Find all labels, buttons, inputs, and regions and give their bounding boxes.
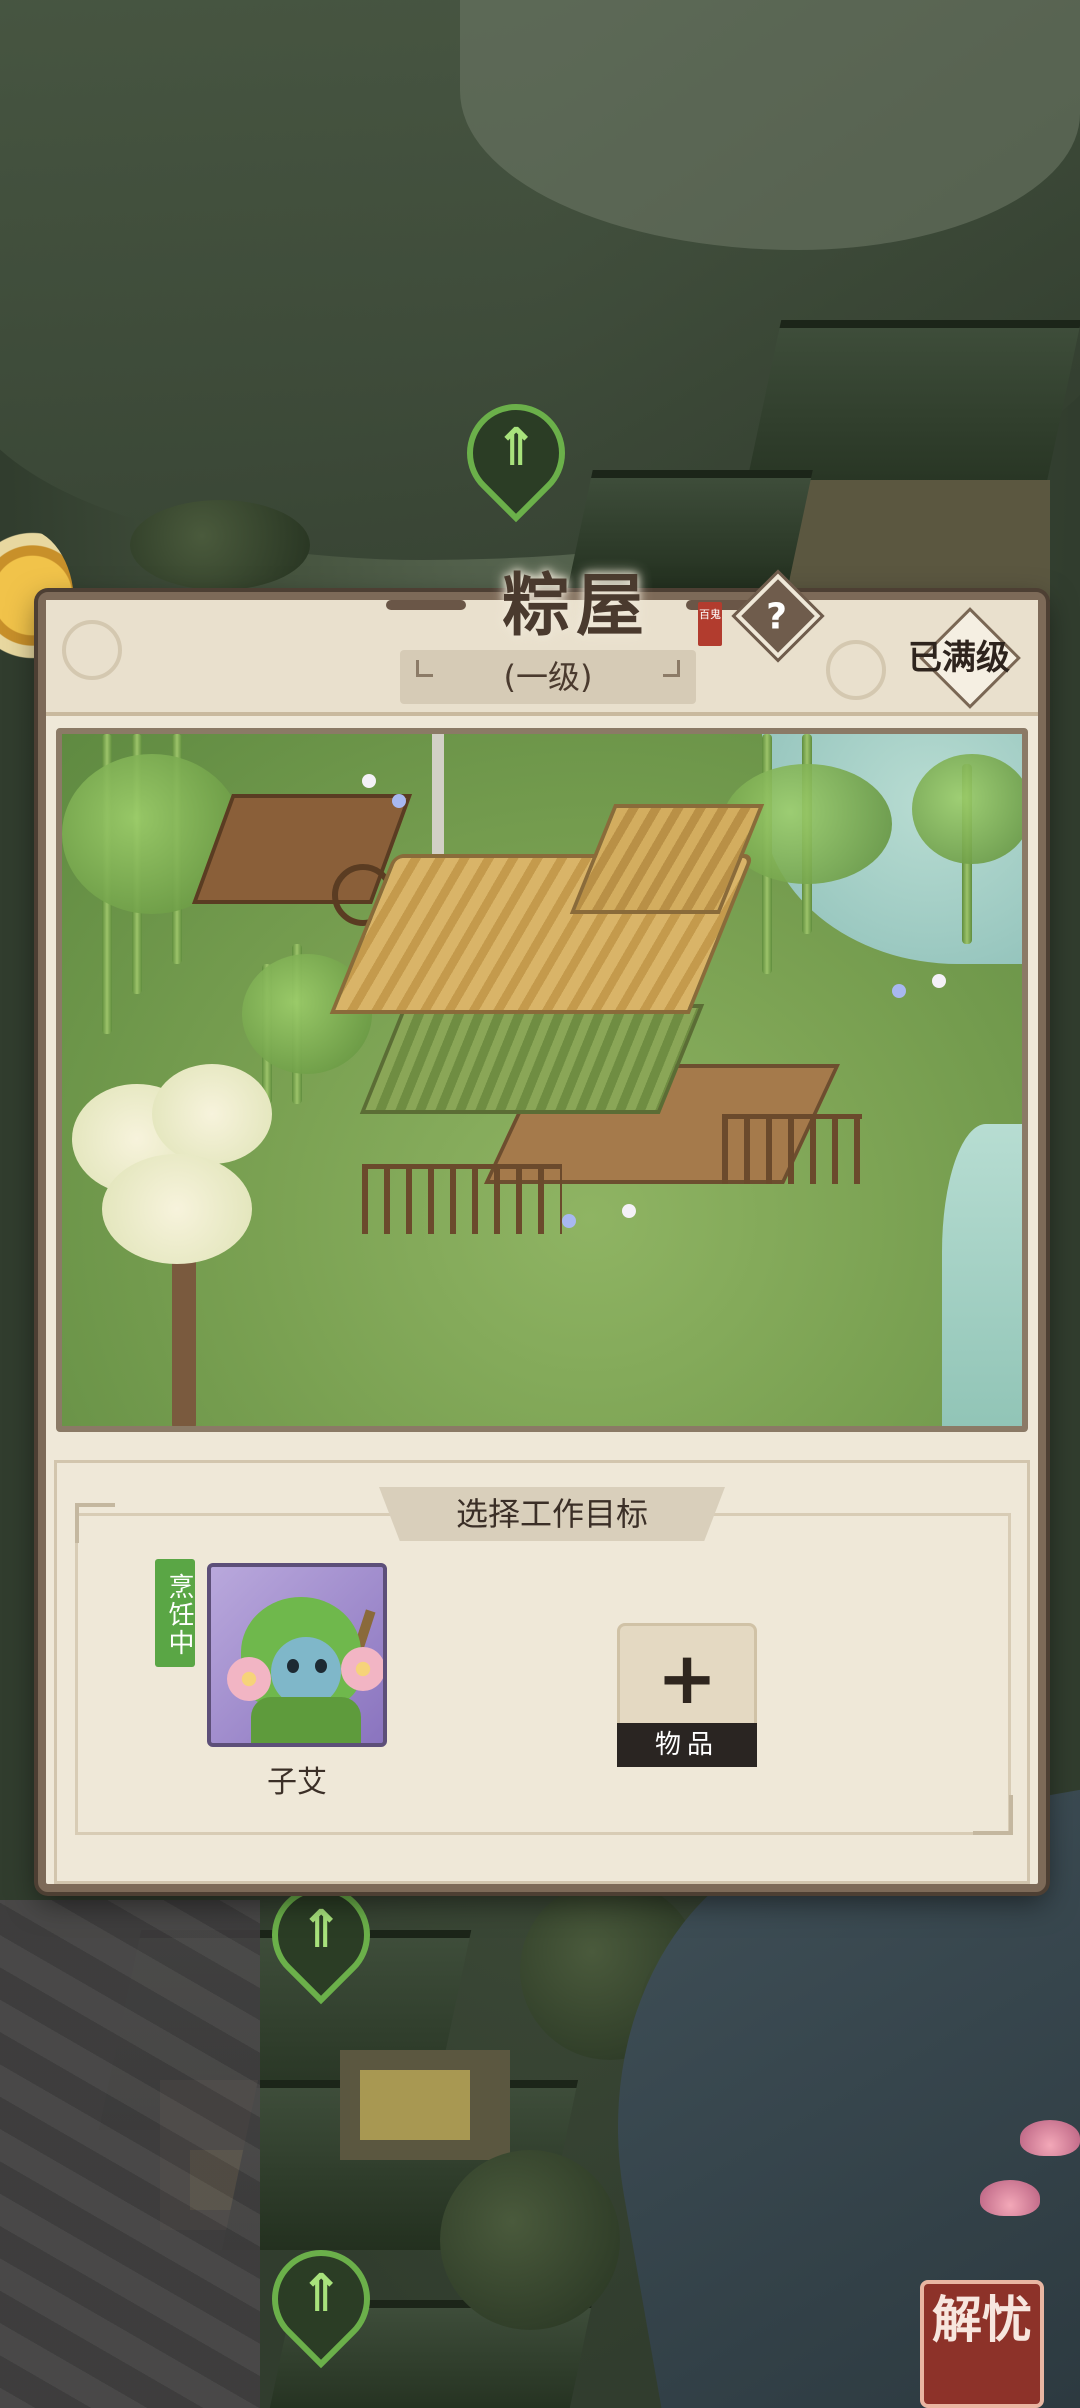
blossom <box>102 1154 252 1264</box>
decor-swirl <box>826 640 886 700</box>
building-level: (一级) <box>400 650 696 704</box>
blossom <box>152 1064 272 1164</box>
hut-body <box>359 1004 705 1114</box>
lotus-flower <box>980 2180 1040 2216</box>
fence <box>722 1114 862 1184</box>
bamboo-leaves <box>912 754 1022 864</box>
flower <box>622 1204 636 1218</box>
flower <box>362 774 376 788</box>
add-item-slot[interactable]: + 物品 <box>617 1623 757 1767</box>
cooking-status-tag: 烹饪中 <box>155 1559 195 1667</box>
jieyou-badge-text: 解忧 <box>932 2290 1032 2349</box>
fret-ornament <box>973 1795 1013 1835</box>
question-icon: ? <box>766 596 788 638</box>
building-dialog: (一级) 已满级 粽屋 百鬼 ? 选择工作目标 烹饪中 子艾 + 物品 <box>38 566 1046 1892</box>
fence <box>362 1164 562 1234</box>
tree <box>440 2150 620 2330</box>
upgrade-arrow-icon[interactable]: ⇑ <box>251 2229 391 2369</box>
flower <box>892 984 906 998</box>
upgrade-arrow-icon[interactable]: ⇑ <box>251 1865 391 2005</box>
upgrade-arrow-icon[interactable]: ⇑ <box>446 383 586 523</box>
dialog-panel: (一级) 已满级 粽屋 百鬼 ? 选择工作目标 烹饪中 子艾 + 物品 <box>38 566 1046 1892</box>
stream <box>942 1124 1022 1426</box>
character-name: 子艾 <box>267 1765 327 1800</box>
building-wall <box>790 480 1050 600</box>
lotus-flower <box>1020 2120 1080 2156</box>
seal-stamp: 百鬼 <box>698 602 722 646</box>
decor-swirl <box>62 620 122 680</box>
lit-window <box>360 2070 470 2140</box>
building-title: 粽屋 <box>501 566 650 646</box>
plus-icon: + <box>656 1636 718 1720</box>
item-slot-label: 物品 <box>617 1723 757 1767</box>
building-illustration <box>56 728 1028 1432</box>
flower <box>932 974 946 988</box>
fret-ornament <box>75 1503 115 1543</box>
character-portrait[interactable] <box>207 1563 387 1747</box>
work-target-title: 选择工作目标 <box>455 1495 648 1533</box>
work-target-panel: 选择工作目标 烹饪中 子艾 + 物品 <box>54 1460 1030 1884</box>
stone-path <box>0 1900 260 2408</box>
flower <box>562 1214 576 1228</box>
tree <box>130 500 310 590</box>
flower <box>392 794 406 808</box>
jieyou-badge[interactable]: 解忧 <box>920 2280 1044 2408</box>
max-level-label: 已满级 <box>908 638 1010 678</box>
